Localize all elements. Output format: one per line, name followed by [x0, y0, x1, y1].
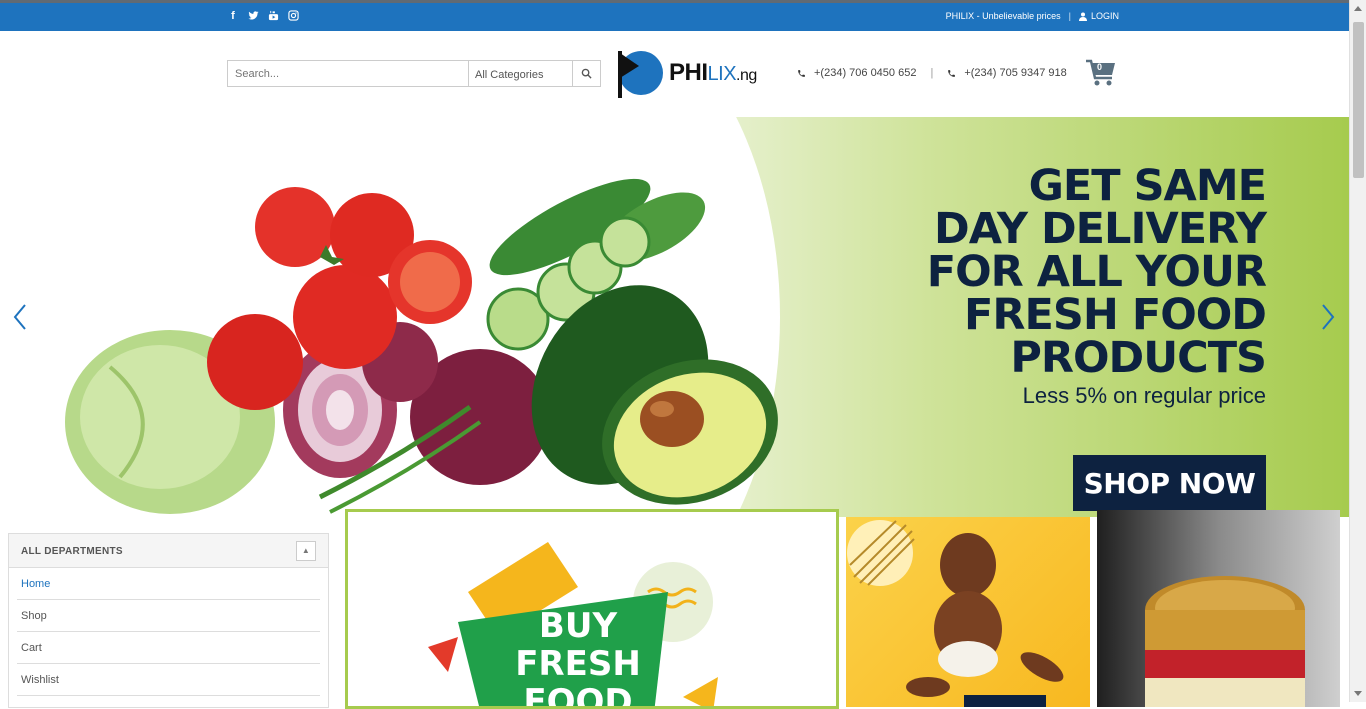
search-bar: All Categories [227, 60, 601, 87]
top-bar: f PHILIX - Unbelievable prices | LOGIN [0, 3, 1349, 31]
promo-fresh-food-banner[interactable]: BUY FRESH FOOD [345, 509, 839, 709]
slider-next-button[interactable] [1318, 302, 1338, 332]
shop-now-button[interactable]: SHOP NOW [1073, 455, 1266, 511]
phone-icon [798, 69, 805, 77]
chevron-right-icon [1322, 304, 1335, 330]
department-item-cart[interactable]: Cart [17, 632, 320, 664]
promo-fresh-food-text: BUY FRESH FOOD [503, 606, 653, 709]
promo-line: FOOD [523, 682, 633, 709]
search-icon [581, 68, 592, 79]
promo-milk-banner[interactable] [1097, 510, 1340, 707]
department-item-home[interactable]: Home [17, 568, 320, 600]
login-label: LOGIN [1090, 11, 1119, 21]
scroll-up-arrow-icon[interactable] [1354, 6, 1362, 11]
login-link[interactable]: LOGIN [1078, 11, 1119, 21]
promo-line: FRESH [515, 644, 641, 684]
departments-header: ALL DEPARTMENTS ▲ [9, 534, 328, 568]
search-input[interactable] [228, 61, 469, 86]
tagline: PHILIX - Unbelievable prices [945, 11, 1061, 21]
chevron-left-icon [13, 304, 26, 330]
phone-2[interactable]: +(234) 705 9347 918 [947, 67, 1067, 79]
facebook-icon[interactable]: f [227, 10, 239, 22]
phone-1[interactable]: +(234) 706 0450 652 [797, 67, 916, 79]
departments-toggle[interactable]: ▲ [296, 541, 316, 561]
user-icon [1078, 12, 1087, 21]
hero-headline-line: FOR ALL YOUR [926, 247, 1267, 297]
site-logo[interactable]: PHILIX.ng [617, 46, 757, 100]
hero-headline: GET SAME DAY DELIVERY FOR ALL YOUR FRESH… [846, 161, 1267, 383]
youtube-icon[interactable] [267, 10, 279, 22]
logo-phi: PHI [669, 59, 708, 86]
phone-numbers: +(234) 706 0450 652 | +(234) 705 9347 91… [797, 67, 1067, 79]
phone-separator: | [930, 67, 934, 79]
phone-1-text: +(234) 706 0450 652 [814, 67, 917, 79]
hero-slider: GET SAME DAY DELIVERY FOR ALL YOUR FRESH… [0, 117, 1349, 517]
promo-baby-banner[interactable] [846, 517, 1090, 707]
hero-headline-line: PRODUCTS [1010, 333, 1267, 383]
vegetables-image [65, 178, 778, 514]
phone-icon [948, 69, 956, 77]
scroll-down-arrow-icon[interactable] [1354, 691, 1362, 696]
phone-2-text: +(234) 705 9347 918 [964, 67, 1067, 79]
logo-lix: LIX [707, 63, 737, 85]
hero-subtitle: Less 5% on regular price [1022, 383, 1266, 408]
search-button[interactable] [573, 61, 600, 86]
departments-menu: ALL DEPARTMENTS ▲ Home Shop Cart Wishlis… [8, 533, 329, 708]
top-separator: | [1068, 11, 1071, 21]
baby-image [847, 520, 1064, 707]
hero-headline-line: FRESH FOOD [964, 290, 1267, 340]
logo-wordmark: PHILIX.ng [669, 59, 757, 87]
slider-prev-button[interactable] [10, 302, 30, 332]
cart-count: 0 [1097, 62, 1103, 72]
chevron-up-icon: ▲ [301, 546, 311, 555]
logo-ng: .ng [736, 67, 757, 84]
logo-mark-icon [618, 51, 663, 98]
instagram-icon[interactable] [287, 10, 299, 22]
milk-can-image [1145, 576, 1305, 707]
scrollbar-thumb[interactable] [1353, 22, 1364, 178]
vertical-scrollbar[interactable] [1349, 0, 1366, 702]
hero-headline-line: GET SAME [1028, 161, 1267, 211]
hero-headline-line: DAY DELIVERY [934, 204, 1267, 254]
social-links: f [227, 10, 299, 22]
twitter-icon[interactable] [247, 10, 259, 22]
departments-title: ALL DEPARTMENTS [21, 546, 123, 557]
department-item-wishlist[interactable]: Wishlist [17, 664, 320, 696]
category-select[interactable]: All Categories [469, 61, 573, 86]
top-bar-right: PHILIX - Unbelievable prices | LOGIN [946, 11, 1119, 21]
site-header: All Categories PHILIX.ng +(234) 706 0450… [0, 31, 1349, 117]
promo-line: BUY [538, 606, 618, 646]
cart-button[interactable]: 0 [1085, 58, 1117, 88]
department-item-shop[interactable]: Shop [17, 600, 320, 632]
